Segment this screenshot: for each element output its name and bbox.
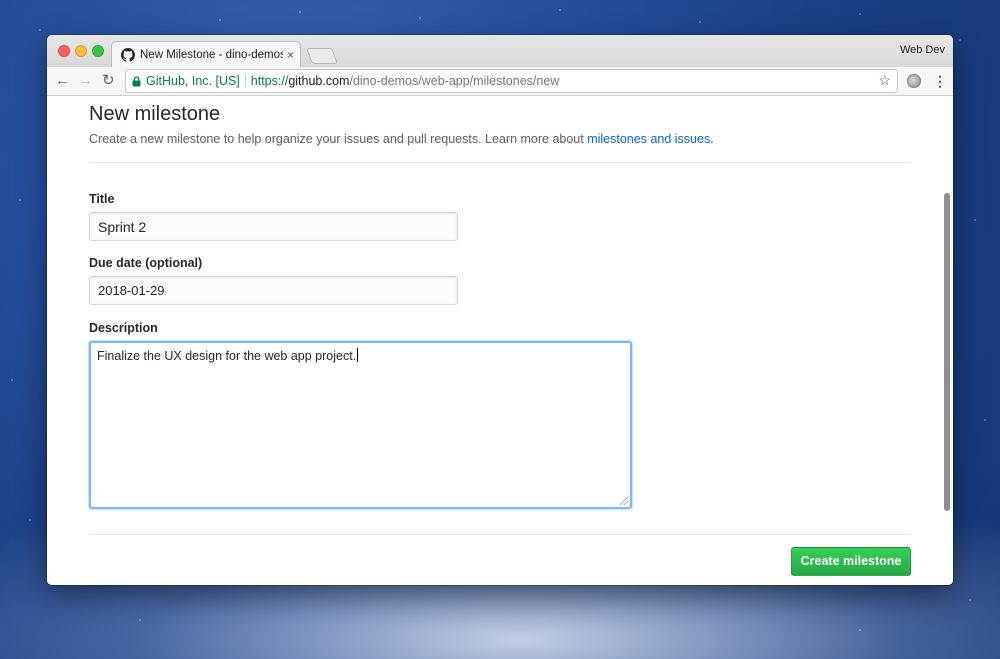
- resize-handle-icon[interactable]: [620, 497, 628, 505]
- page-viewport: New milestone Create a new milestone to …: [47, 97, 953, 585]
- extension-icon[interactable]: [907, 74, 921, 88]
- browser-window: New Milestone - dino-demos/w × Web Dev ←…: [47, 35, 953, 585]
- forward-arrow-icon[interactable]: →: [78, 72, 93, 90]
- create-milestone-button[interactable]: Create milestone: [791, 547, 911, 576]
- page-subtitle: Create a new milestone to help organize …: [89, 132, 714, 146]
- url-scheme: https://: [250, 74, 289, 88]
- text-caret: [357, 348, 359, 362]
- due-date-input[interactable]: [89, 276, 458, 305]
- browser-tab-active[interactable]: New Milestone - dino-demos/w ×: [111, 41, 301, 67]
- back-arrow-icon[interactable]: ←: [55, 72, 70, 90]
- tab-close-icon[interactable]: ×: [287, 48, 294, 62]
- header-divider: [89, 162, 911, 163]
- window-close-button[interactable]: [58, 45, 70, 57]
- address-bar-divider: [244, 74, 246, 88]
- title-label: Title: [89, 192, 115, 206]
- subtitle-text: Create a new milestone to help organize …: [89, 132, 588, 146]
- window-maximize-button[interactable]: [92, 45, 104, 57]
- reload-icon[interactable]: ↻: [102, 72, 115, 90]
- profile-name[interactable]: Web Dev: [900, 44, 945, 56]
- footer-divider: [89, 534, 911, 535]
- title-input[interactable]: [89, 212, 458, 241]
- address-bar[interactable]: GitHub, Inc. [US] https://github.com/din…: [125, 69, 898, 93]
- description-label: Description: [89, 321, 158, 335]
- secure-origin-label[interactable]: GitHub, Inc. [US]: [146, 74, 240, 88]
- lock-icon: [132, 75, 141, 86]
- url-host: github.com: [288, 74, 350, 88]
- page-title: New milestone: [89, 103, 221, 125]
- description-textarea[interactable]: Finalize the UX design for the web app p…: [89, 341, 632, 509]
- page-scrollbar[interactable]: [944, 193, 950, 511]
- tab-title: New Milestone - dino-demos/w: [140, 48, 283, 61]
- browser-toolbar: ← → ↻ GitHub, Inc. [US] https://github.c…: [47, 67, 953, 96]
- window-minimize-button[interactable]: [75, 45, 87, 57]
- due-date-label: Due date (optional): [89, 256, 203, 270]
- new-tab-button[interactable]: [306, 48, 338, 64]
- bookmark-star-icon[interactable]: ☆: [878, 72, 891, 89]
- description-text: Finalize the UX design for the web app p…: [97, 349, 357, 363]
- tab-strip: New Milestone - dino-demos/w × Web Dev: [47, 35, 953, 67]
- subtitle-end: .: [710, 132, 714, 146]
- github-icon: [121, 47, 135, 62]
- milestones-issues-link[interactable]: milestones and issues: [587, 132, 710, 146]
- url-path: /dino-demos/web-app/milestones/new: [349, 74, 560, 88]
- browser-menu-icon[interactable]: ⋮: [933, 72, 947, 90]
